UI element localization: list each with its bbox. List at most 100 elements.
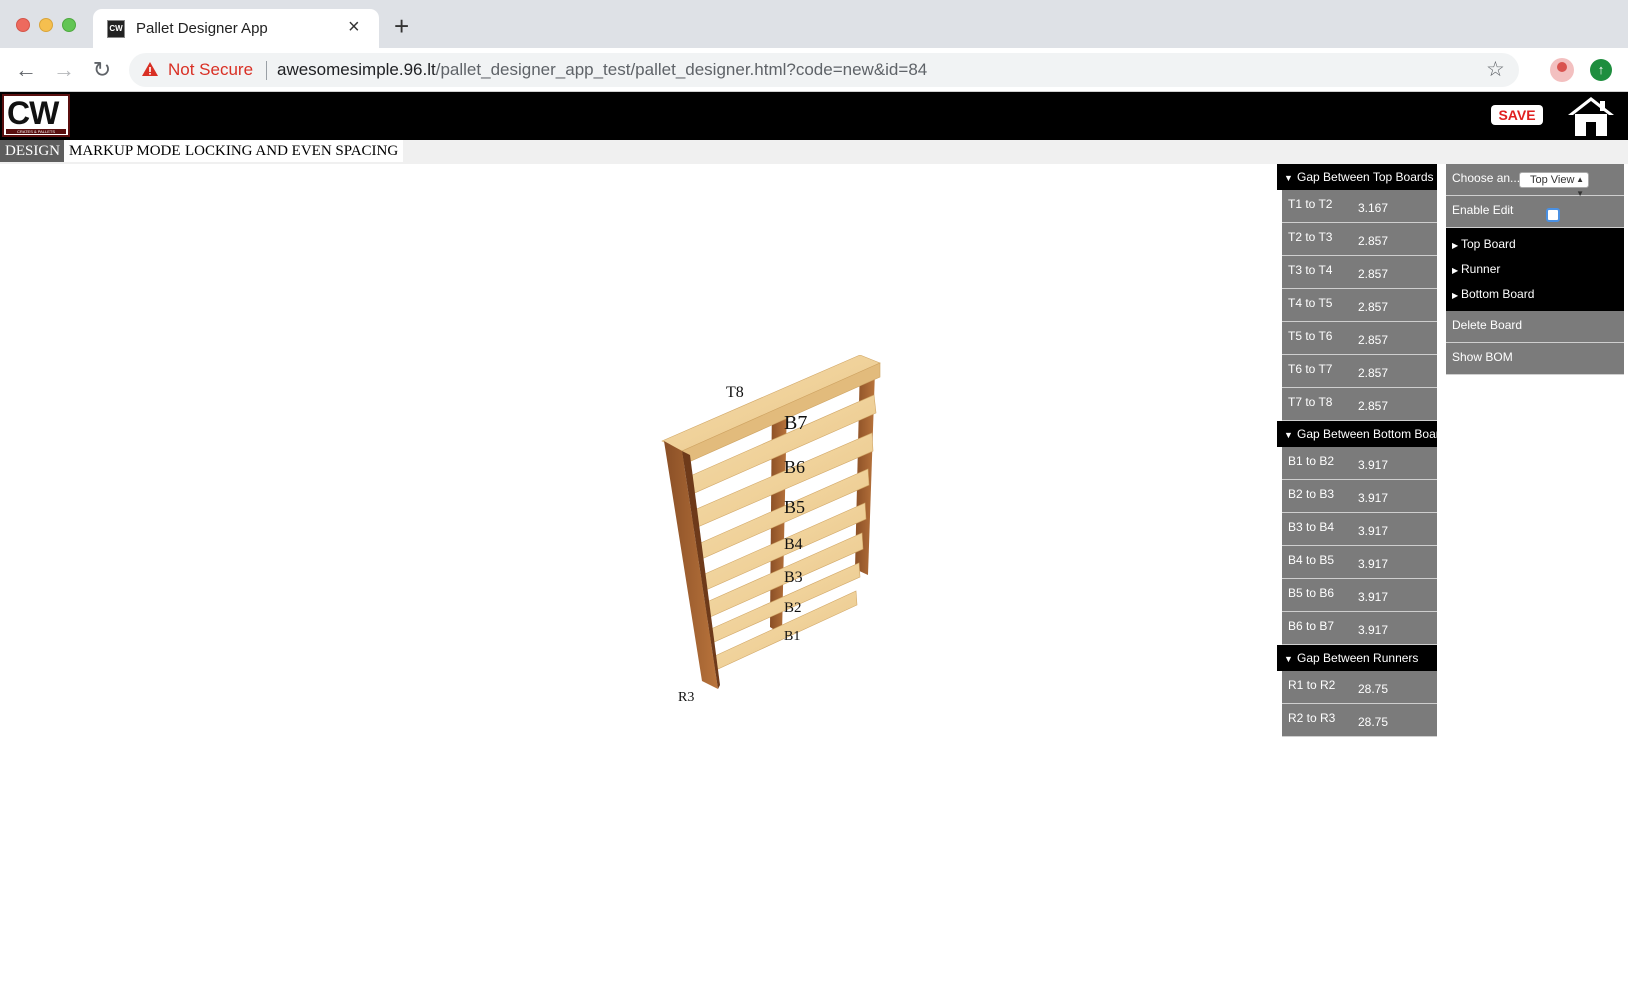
show-bom-button[interactable]: Show BOM bbox=[1446, 343, 1624, 375]
profile-avatar-icon[interactable] bbox=[1550, 58, 1574, 82]
gap-top-boards-title: Gap Between Top Boards bbox=[1297, 170, 1434, 184]
gap-row[interactable]: B4 to B5 3.917 bbox=[1282, 546, 1437, 579]
gap-row[interactable]: T7 to T8 2.857 bbox=[1282, 388, 1437, 421]
board-label-b4: B4 bbox=[784, 536, 803, 553]
board-label-b1: B1 bbox=[784, 629, 800, 644]
save-button[interactable]: SAVE bbox=[1491, 105, 1543, 125]
board-label-b3: B3 bbox=[784, 569, 803, 586]
new-tab-button[interactable]: + bbox=[394, 13, 409, 39]
runner-label-r3: R3 bbox=[678, 690, 694, 705]
gap-label: T5 to T6 bbox=[1288, 329, 1333, 343]
warning-icon bbox=[142, 62, 158, 76]
bookmark-star-icon[interactable]: ☆ bbox=[1486, 57, 1505, 82]
control-menu: Choose an... Top View ▲ ▼ Enable Edit ▶ To… bbox=[1446, 164, 1624, 375]
gap-row[interactable]: B6 to B7 3.917 bbox=[1282, 612, 1437, 645]
delete-board-button[interactable]: Delete Board bbox=[1446, 311, 1624, 343]
gap-runners-header[interactable]: ▼ Gap Between Runners bbox=[1277, 645, 1437, 671]
gap-value[interactable]: 3.917 bbox=[1358, 491, 1388, 505]
tab-title: Pallet Designer App bbox=[136, 20, 268, 37]
extension-icon[interactable]: ↑ bbox=[1590, 59, 1612, 81]
forward-arrow-icon[interactable]: → bbox=[51, 57, 77, 83]
tab-close-icon[interactable]: × bbox=[348, 16, 360, 38]
gap-value[interactable]: 28.75 bbox=[1358, 682, 1388, 696]
view-select[interactable]: Top View ▲ ▼ bbox=[1519, 172, 1589, 198]
choose-view-label: Choose an... bbox=[1452, 171, 1521, 185]
enable-edit-row: Enable Edit bbox=[1446, 196, 1624, 228]
gap-label: T3 to T4 bbox=[1288, 263, 1333, 277]
view-select-value: Top View bbox=[1530, 174, 1575, 186]
caret-right-icon: ▶ bbox=[1452, 291, 1459, 300]
gap-value[interactable]: 3.917 bbox=[1358, 458, 1388, 472]
tab-design[interactable]: DESIGN bbox=[0, 140, 65, 162]
gap-label: T6 to T7 bbox=[1288, 362, 1333, 376]
gap-top-boards-header[interactable]: ▼ Gap Between Top Boards bbox=[1277, 164, 1437, 190]
gap-row[interactable]: B5 to B6 3.917 bbox=[1282, 579, 1437, 612]
menu-item-top-board[interactable]: ▶ Top Board bbox=[1446, 232, 1624, 257]
gap-value[interactable]: 2.857 bbox=[1358, 267, 1388, 281]
address-bar[interactable]: Not Secure awesomesimple.96.lt/pallet_de… bbox=[129, 53, 1519, 87]
gap-value[interactable]: 2.857 bbox=[1358, 399, 1388, 413]
menu-item-label: Runner bbox=[1461, 262, 1501, 276]
gap-row[interactable]: R2 to R3 28.75 bbox=[1282, 704, 1437, 737]
app-header: CW CRATES & PALLETS SAVE bbox=[0, 92, 1628, 140]
gap-row[interactable]: B1 to B2 3.917 bbox=[1282, 447, 1437, 480]
gap-row[interactable]: R1 to R2 28.75 bbox=[1282, 671, 1437, 704]
gap-value[interactable]: 3.917 bbox=[1358, 524, 1388, 538]
browser-tab[interactable]: CW Pallet Designer App × bbox=[93, 9, 379, 48]
gap-bottom-boards-header[interactable]: ▼ Gap Between Bottom Boards bbox=[1277, 421, 1437, 447]
gap-label: B1 to B2 bbox=[1288, 454, 1335, 468]
logo-text: CW bbox=[7, 95, 59, 131]
gap-row[interactable]: T2 to T3 2.857 bbox=[1282, 223, 1437, 256]
enable-edit-checkbox[interactable] bbox=[1546, 208, 1560, 222]
gap-label: T2 to T3 bbox=[1288, 230, 1333, 244]
gap-panel: ▼ Gap Between Top Boards T1 to T2 3.167 T… bbox=[1277, 164, 1437, 737]
url-text[interactable]: awesomesimple.96.lt/pallet_designer_app_… bbox=[277, 60, 927, 80]
gap-row[interactable]: B3 to B4 3.917 bbox=[1282, 513, 1437, 546]
show-bom-label: Show BOM bbox=[1452, 350, 1513, 364]
view-chooser-row: Choose an... Top View ▲ ▼ bbox=[1446, 164, 1624, 198]
gap-row[interactable]: T4 to T5 2.857 bbox=[1282, 289, 1437, 322]
tab-markup-mode[interactable]: MARKUP MODE bbox=[64, 140, 186, 162]
pallet-3d-viewer[interactable]: T8 B7 B6 B5 B4 B3 B2 B1 R3 bbox=[660, 355, 930, 725]
board-label-b7: B7 bbox=[784, 412, 807, 434]
gap-value[interactable]: 2.857 bbox=[1358, 366, 1388, 380]
caret-right-icon: ▶ bbox=[1452, 241, 1459, 250]
gap-value[interactable]: 2.857 bbox=[1358, 234, 1388, 248]
browser-toolbar: ← → ↻ Not Secure awesomesimple.96.lt/pal… bbox=[0, 48, 1628, 92]
back-arrow-icon[interactable]: ← bbox=[13, 57, 39, 83]
url-host: awesomesimple.96.lt bbox=[277, 60, 436, 79]
gap-value[interactable]: 2.857 bbox=[1358, 333, 1388, 347]
menu-item-bottom-board[interactable]: ▶ Bottom Board bbox=[1446, 282, 1624, 307]
gap-value[interactable]: 3.917 bbox=[1358, 623, 1388, 637]
window-minimize-button[interactable] bbox=[39, 18, 53, 32]
gap-label: T4 to T5 bbox=[1288, 296, 1333, 310]
reload-icon[interactable]: ↻ bbox=[89, 57, 115, 83]
window-close-button[interactable] bbox=[16, 18, 30, 32]
security-label[interactable]: Not Secure bbox=[168, 60, 253, 80]
window-maximize-button[interactable] bbox=[62, 18, 76, 32]
gap-value[interactable]: 3.917 bbox=[1358, 557, 1388, 571]
address-separator bbox=[266, 61, 267, 80]
gap-value[interactable]: 28.75 bbox=[1358, 715, 1388, 729]
caret-down-icon: ▼ bbox=[1284, 430, 1293, 440]
menu-item-runner[interactable]: ▶ Runner bbox=[1446, 257, 1624, 282]
gap-row[interactable]: T5 to T6 2.857 bbox=[1282, 322, 1437, 355]
gap-row[interactable]: B2 to B3 3.917 bbox=[1282, 480, 1437, 513]
gap-label: R2 to R3 bbox=[1288, 711, 1336, 725]
tab-locking-even-spacing[interactable]: LOCKING AND EVEN SPACING bbox=[180, 140, 404, 162]
brand-logo[interactable]: CW CRATES & PALLETS bbox=[2, 94, 70, 137]
mode-tab-bar: DESIGN MARKUP MODE LOCKING AND EVEN SPAC… bbox=[0, 140, 1628, 164]
gap-row[interactable]: T6 to T7 2.857 bbox=[1282, 355, 1437, 388]
gap-value[interactable]: 2.857 bbox=[1358, 300, 1388, 314]
board-type-list: ▶ Top Board ▶ Runner ▶ Bottom Board bbox=[1446, 228, 1624, 311]
gap-row[interactable]: T1 to T2 3.167 bbox=[1282, 190, 1437, 223]
caret-right-icon: ▶ bbox=[1452, 266, 1459, 275]
gap-runners-title: Gap Between Runners bbox=[1297, 651, 1419, 665]
gap-label: T7 to T8 bbox=[1288, 395, 1333, 409]
gap-value[interactable]: 3.167 bbox=[1358, 201, 1388, 215]
tab-favicon-icon: CW bbox=[107, 20, 125, 38]
gap-row[interactable]: T3 to T4 2.857 bbox=[1282, 256, 1437, 289]
home-icon[interactable] bbox=[1566, 95, 1616, 137]
gap-value[interactable]: 3.917 bbox=[1358, 590, 1388, 604]
board-label-t8: T8 bbox=[726, 384, 744, 401]
